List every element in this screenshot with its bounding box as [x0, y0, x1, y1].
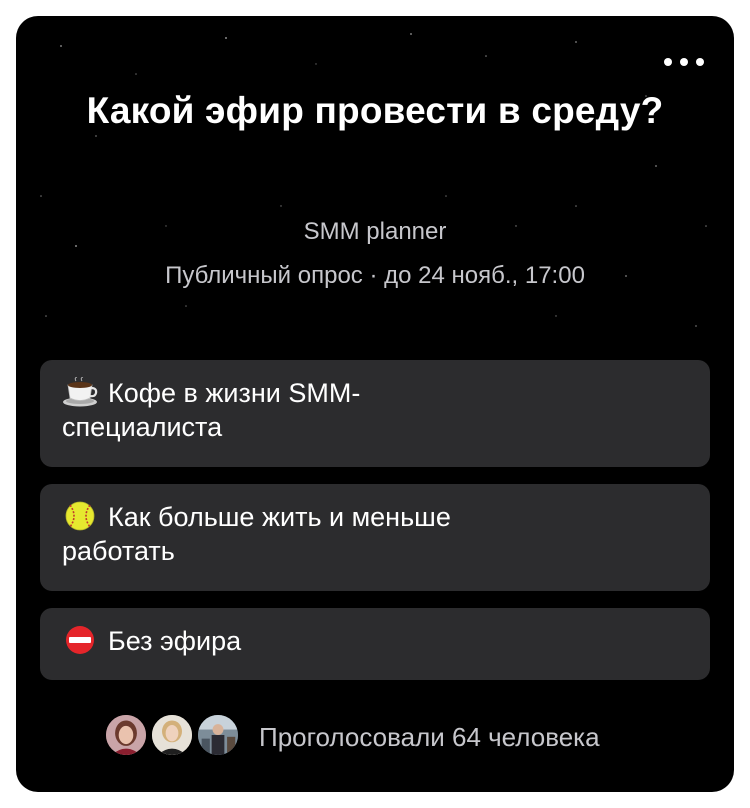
avatar — [150, 713, 194, 757]
poll-title: Какой эфир провести в среду? — [86, 90, 664, 131]
poll-option-label: Кофе в жизни SMM-специалиста — [62, 378, 361, 442]
voter-avatars[interactable] — [104, 713, 254, 759]
poll-meta: Публичный опрос · до 24 нояб., 17:00 — [165, 262, 585, 289]
poll-author[interactable]: SMM planner — [16, 217, 734, 247]
more-horizontal-icon — [664, 58, 672, 66]
poll-option-content: Как больше жить и меньше работать — [62, 500, 462, 568]
votes-count[interactable]: Проголосовали 64 человека — [259, 721, 600, 753]
poll-card: Какой эфир провести в среду? SMM planner… — [16, 16, 734, 792]
coffee-cup-icon — [63, 377, 98, 407]
poll-option-label: Без эфира — [108, 626, 242, 656]
avatar — [196, 713, 240, 757]
poll-option-content: Без эфира — [62, 624, 562, 658]
more-horizontal-icon — [696, 58, 704, 66]
no-entry-icon — [66, 626, 94, 654]
poll-option-live-more[interactable]: Как больше жить и меньше работать — [40, 484, 710, 591]
poll-option-label: Как больше жить и меньше работать — [62, 502, 451, 566]
poll-option-no-stream[interactable]: Без эфира — [40, 608, 710, 680]
poll-option-content: Кофе в жизни SMM-специалиста — [62, 376, 462, 444]
softball-icon — [65, 501, 95, 531]
avatar — [104, 713, 148, 757]
more-options-button[interactable] — [664, 54, 704, 70]
more-horizontal-icon — [680, 58, 688, 66]
poll-option-coffee[interactable]: Кофе в жизни SMM-специалиста — [40, 360, 710, 467]
starfield-background — [40, 33, 707, 327]
